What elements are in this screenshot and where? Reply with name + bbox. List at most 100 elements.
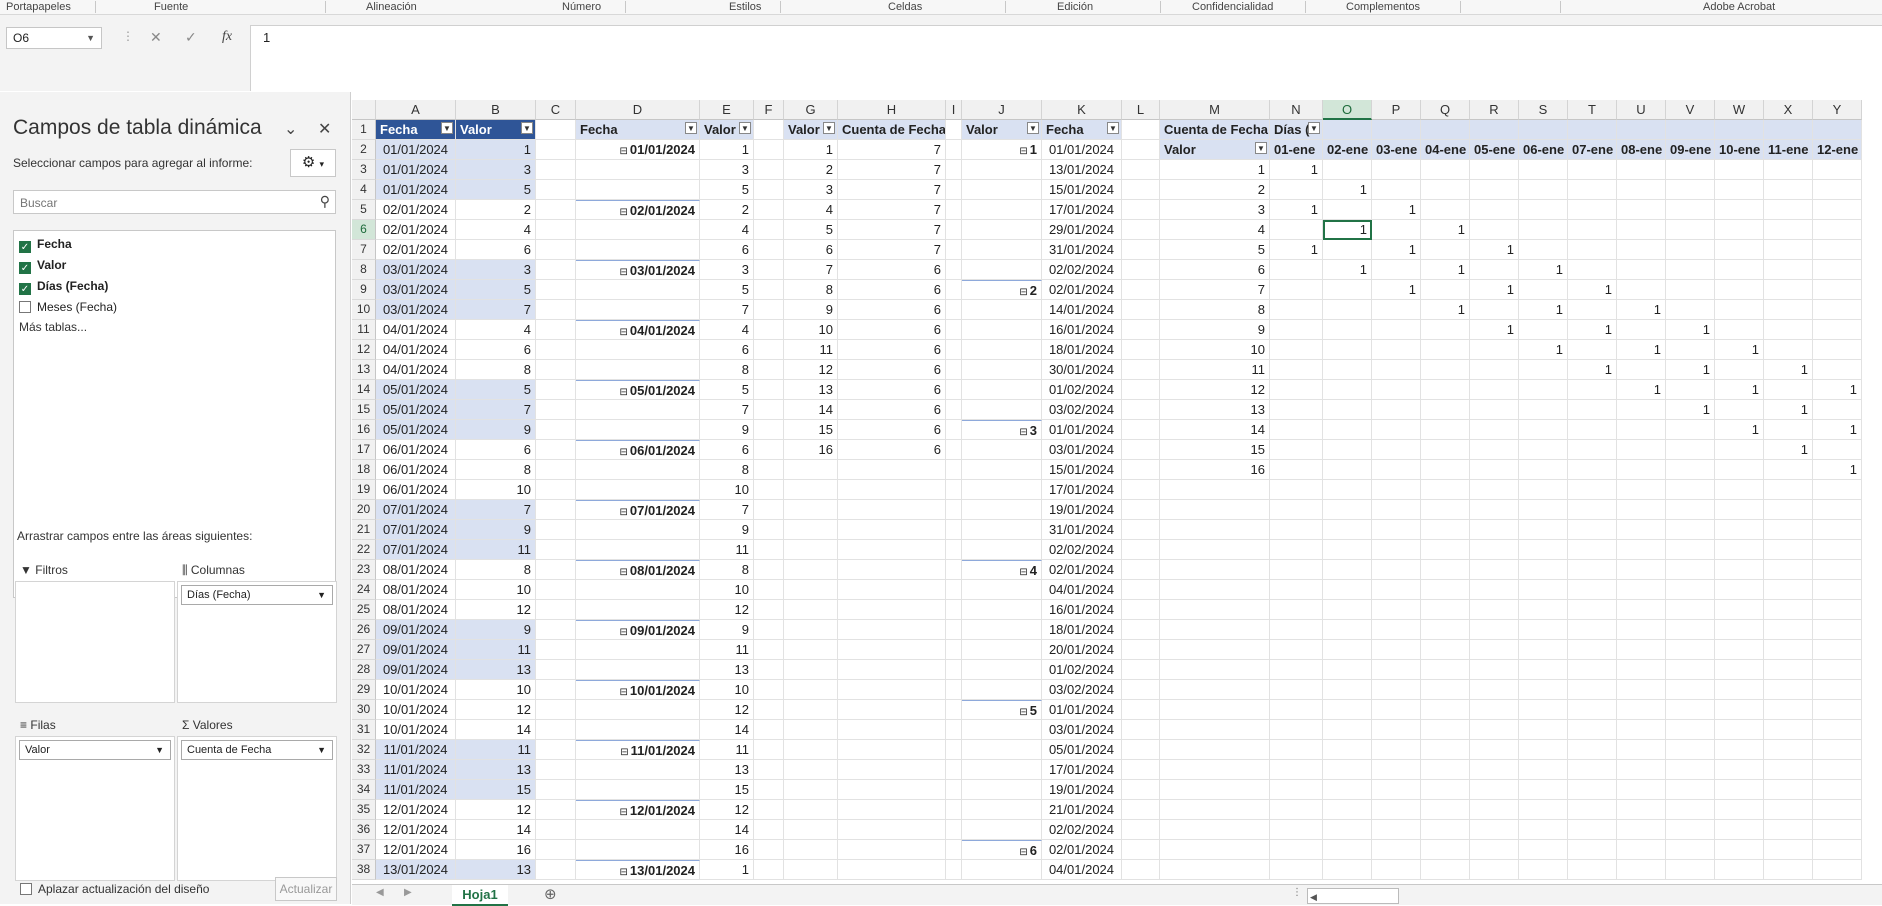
grid-cell[interactable]	[1617, 160, 1666, 180]
pivot4-header-fill[interactable]	[1372, 120, 1421, 140]
filter-dropdown-icon[interactable]: ▼	[739, 122, 751, 134]
grid-cell[interactable]	[1122, 460, 1160, 480]
grid-cell[interactable]	[536, 400, 576, 420]
pivot1-value[interactable]: 10	[700, 680, 754, 700]
grid-cell[interactable]	[1568, 660, 1617, 680]
grid-cell[interactable]	[1372, 220, 1421, 240]
grid-cell[interactable]	[1323, 480, 1372, 500]
pivot2-valor[interactable]: 8	[784, 280, 838, 300]
pivot4-header-fill[interactable]	[1617, 120, 1666, 140]
grid-cell[interactable]	[1813, 640, 1862, 660]
grid-cell[interactable]	[838, 600, 946, 620]
grid-cell[interactable]	[784, 800, 838, 820]
pivot2-cuenta[interactable]: 6	[838, 260, 946, 280]
grid-cell[interactable]	[754, 800, 784, 820]
table-cell-valor[interactable]: 7	[456, 500, 536, 520]
grid-cell[interactable]	[1813, 520, 1862, 540]
table-cell-fecha[interactable]: 06/01/2024	[376, 460, 456, 480]
grid-cell[interactable]	[1323, 320, 1372, 340]
pivot2-valor[interactable]: 10	[784, 320, 838, 340]
grid-cell[interactable]	[1666, 460, 1715, 480]
grid-cell[interactable]	[1470, 300, 1519, 320]
row-header[interactable]: 19	[352, 480, 376, 500]
grid-cell[interactable]	[1421, 800, 1470, 820]
grid-cell[interactable]	[962, 180, 1042, 200]
column-header-L[interactable]: L	[1122, 100, 1160, 120]
collapse-icon[interactable]: ⊟	[620, 267, 628, 278]
grid-cell[interactable]	[1617, 540, 1666, 560]
pivot4-row-label[interactable]: 1	[1160, 160, 1270, 180]
table-cell-valor[interactable]: 14	[456, 820, 536, 840]
row-header[interactable]: 36	[352, 820, 376, 840]
grid-cell[interactable]	[1372, 420, 1421, 440]
collapse-icon[interactable]: ⊟	[620, 447, 628, 458]
grid-cell[interactable]	[946, 780, 962, 800]
grid-cell[interactable]	[1519, 160, 1568, 180]
grid-cell[interactable]	[1715, 800, 1764, 820]
grid-cell[interactable]	[1270, 600, 1323, 620]
grid-cell[interactable]	[1122, 640, 1160, 660]
grid-cell[interactable]	[946, 400, 962, 420]
grid-cell[interactable]	[1813, 620, 1862, 640]
grid-cell[interactable]	[536, 720, 576, 740]
grid-cell[interactable]	[1813, 860, 1862, 880]
grid-cell[interactable]	[1617, 460, 1666, 480]
grid-cell[interactable]	[1568, 780, 1617, 800]
pivot3-fecha[interactable]: 01/02/2024	[1042, 380, 1122, 400]
pivot3-fecha[interactable]: 03/01/2024	[1042, 720, 1122, 740]
grid-cell[interactable]	[962, 480, 1042, 500]
pivot2-cuenta[interactable]: 7	[838, 200, 946, 220]
pivot2-cuenta[interactable]: 6	[838, 360, 946, 380]
grid-cell[interactable]	[1715, 860, 1764, 880]
grid-cell[interactable]	[1323, 500, 1372, 520]
column-header-O[interactable]: O	[1323, 100, 1372, 120]
grid-cell[interactable]	[1372, 660, 1421, 680]
grid-cell[interactable]	[962, 500, 1042, 520]
table-cell-fecha[interactable]: 04/01/2024	[376, 320, 456, 340]
grid-cell[interactable]	[1519, 460, 1568, 480]
pivot2-valor[interactable]: 11	[784, 340, 838, 360]
pivot1-value[interactable]: 7	[700, 300, 754, 320]
grid-cell[interactable]	[1270, 780, 1323, 800]
grid-cell[interactable]	[838, 540, 946, 560]
pivot2-cuenta[interactable]: 6	[838, 320, 946, 340]
row-header[interactable]: 38	[352, 860, 376, 880]
grid-cell[interactable]	[1160, 860, 1270, 880]
table-cell-valor[interactable]: 7	[456, 400, 536, 420]
pivot3-fecha[interactable]: 31/01/2024	[1042, 240, 1122, 260]
pivot3-fecha[interactable]: 02/02/2024	[1042, 540, 1122, 560]
pivot4-header-fill[interactable]	[1470, 120, 1519, 140]
grid-cell[interactable]	[754, 440, 784, 460]
pivot3-fecha[interactable]: 18/01/2024	[1042, 340, 1122, 360]
row-header[interactable]: 10	[352, 300, 376, 320]
grid-cell[interactable]	[784, 720, 838, 740]
row-header[interactable]: 1	[352, 120, 376, 140]
grid-cell[interactable]	[1270, 560, 1323, 580]
pivot4-day-header[interactable]: 02-ene	[1323, 140, 1372, 160]
grid-cell[interactable]	[1323, 440, 1372, 460]
grid-cell[interactable]	[754, 820, 784, 840]
grid-cell[interactable]	[1421, 860, 1470, 880]
grid-cell[interactable]	[754, 140, 784, 160]
grid-cell[interactable]	[1421, 180, 1470, 200]
pivot4-count-cell[interactable]: 1	[1519, 300, 1568, 320]
filters-drop-zone[interactable]	[15, 581, 175, 703]
grid-cell[interactable]	[1470, 840, 1519, 860]
grid-cell[interactable]	[784, 560, 838, 580]
grid-cell[interactable]	[1323, 860, 1372, 880]
grid-cell[interactable]	[1813, 660, 1862, 680]
grid-cell[interactable]	[1470, 540, 1519, 560]
grid-cell[interactable]	[1372, 360, 1421, 380]
grid-cell[interactable]	[1666, 160, 1715, 180]
grid-cell[interactable]	[962, 800, 1042, 820]
table-cell-fecha[interactable]: 01/01/2024	[376, 180, 456, 200]
grid-cell[interactable]	[784, 740, 838, 760]
pivot4-header-fill[interactable]	[1568, 120, 1617, 140]
grid-cell[interactable]	[536, 760, 576, 780]
grid-cell[interactable]	[838, 760, 946, 780]
grid-cell[interactable]	[1122, 180, 1160, 200]
grid-cell[interactable]	[1421, 640, 1470, 660]
grid-cell[interactable]	[1122, 120, 1160, 140]
grid-cell[interactable]	[1470, 580, 1519, 600]
grid-cell[interactable]	[1270, 720, 1323, 740]
